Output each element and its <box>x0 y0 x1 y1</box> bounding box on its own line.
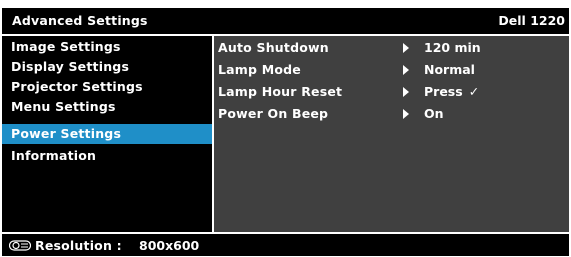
status-bar: Resolution : 800x600 <box>2 234 569 256</box>
title-bar: Advanced Settings Dell 1220 <box>2 8 569 34</box>
option-label: Lamp Hour Reset <box>218 84 343 99</box>
menu-item-projector-settings[interactable]: Projector Settings <box>2 77 212 97</box>
option-value: Press ✓ <box>424 82 479 102</box>
menu-item-power-settings[interactable]: Power Settings <box>2 124 212 144</box>
resolution-value: 800x600 <box>139 238 200 253</box>
menu-item-menu-settings[interactable]: Menu Settings <box>2 97 212 117</box>
checkmark-icon: ✓ <box>468 84 480 99</box>
menu-item-image-settings[interactable]: Image Settings <box>2 37 212 57</box>
option-label: Auto Shutdown <box>218 40 329 55</box>
option-label: Lamp Mode <box>218 62 301 77</box>
resolution-label: Resolution : <box>35 238 122 253</box>
model-name: Dell 1220 <box>498 13 565 28</box>
option-power-on-beep[interactable]: Power On Beep On <box>214 104 569 124</box>
option-lamp-hour-reset[interactable]: Lamp Hour Reset Press ✓ <box>214 82 569 102</box>
option-value: Normal <box>424 62 475 77</box>
option-auto-shutdown[interactable]: Auto Shutdown 120 min <box>214 38 569 58</box>
settings-menu: Image Settings Display Settings Projecto… <box>2 36 212 232</box>
option-value: On <box>424 106 444 121</box>
arrow-right-icon <box>403 65 409 75</box>
option-label: Power On Beep <box>218 106 329 121</box>
options-panel: Auto Shutdown 120 min Lamp Mode Normal L… <box>214 36 569 232</box>
option-value: 120 min <box>424 40 481 55</box>
arrow-right-icon <box>403 87 409 97</box>
osd-window: Advanced Settings Dell 1220 Image Settin… <box>0 0 571 257</box>
option-value-text: Press <box>424 84 463 99</box>
menu-item-display-settings[interactable]: Display Settings <box>2 57 212 77</box>
arrow-right-icon <box>403 43 409 53</box>
arrow-right-icon <box>403 109 409 119</box>
menu-item-information[interactable]: Information <box>2 146 212 166</box>
option-lamp-mode[interactable]: Lamp Mode Normal <box>214 60 569 80</box>
projector-icon <box>9 240 31 251</box>
page-title: Advanced Settings <box>12 13 148 28</box>
